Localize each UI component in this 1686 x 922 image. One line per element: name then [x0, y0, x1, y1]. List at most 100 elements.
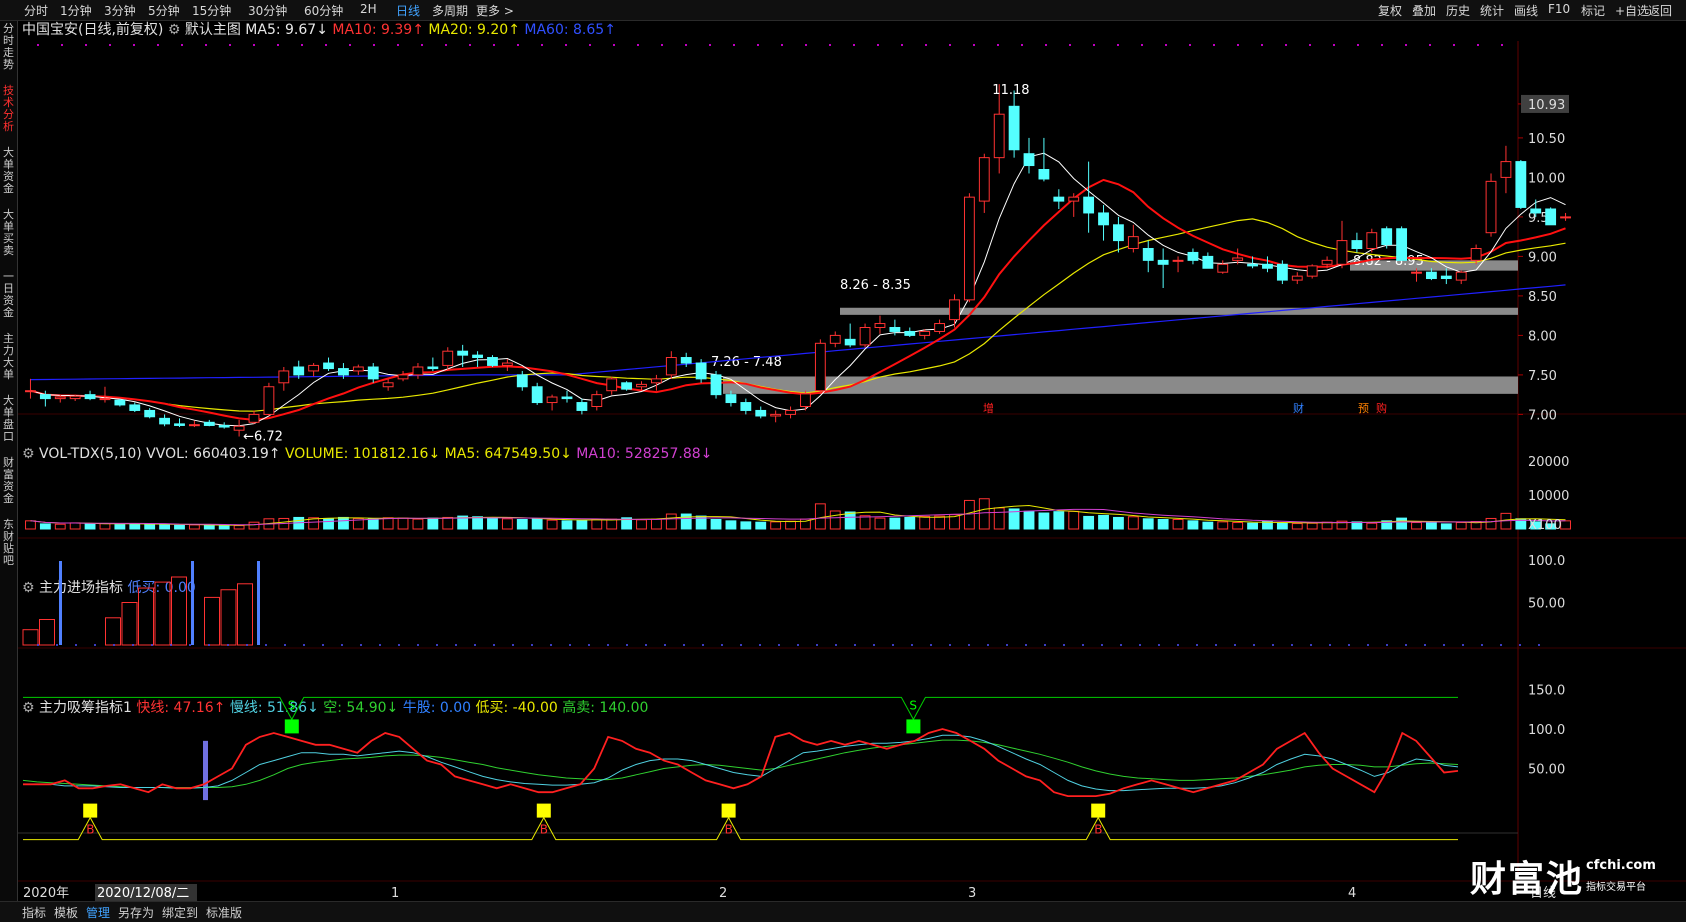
candle-body [710, 374, 722, 396]
marker-dot [445, 44, 447, 46]
ind1-signal-bar [257, 561, 260, 645]
period-tab-1[interactable]: 1分钟 [60, 2, 92, 19]
ind1-dot [246, 644, 248, 646]
ind1-dot [740, 644, 742, 646]
toolbar-button-7[interactable]: +自选 [1615, 2, 1649, 19]
support-zone [840, 307, 1518, 315]
low-buy-line [23, 816, 1458, 841]
ind1-dot [1367, 644, 1369, 646]
volume-bar [680, 513, 692, 530]
ind1-bar [237, 583, 253, 646]
side-tab-0[interactable]: 分时走势 [0, 23, 17, 71]
volume-bar [755, 521, 767, 530]
bottom-toolbar: 指标 模板 管理 另存为 绑定到 标准版 [0, 901, 1686, 922]
candle-body [382, 382, 394, 388]
x-month-label: 1 [391, 886, 399, 901]
period-tab-7[interactable]: 2H [360, 2, 377, 16]
support-zone [723, 376, 1518, 394]
toolbar-button-2[interactable]: 历史 [1446, 2, 1470, 19]
toolbar-button-5[interactable]: F10 [1548, 2, 1570, 16]
period-tab-5[interactable]: 30分钟 [248, 2, 287, 19]
ind1-dot [1234, 644, 1236, 646]
ind1-dot [455, 644, 457, 646]
vol-unit-label: X100 [1528, 518, 1562, 533]
ind1-dot [949, 644, 951, 646]
marker-dot [373, 44, 375, 46]
candle-body [1500, 161, 1512, 178]
marker-dot [997, 44, 999, 46]
bottom-tab-3[interactable]: 另存为 [118, 904, 154, 921]
buy-signal-letter: B [86, 823, 94, 837]
ind1-dot [360, 644, 362, 646]
period-tab-2[interactable]: 3分钟 [104, 2, 136, 19]
candle-body [1023, 153, 1035, 167]
bottom-tab-2[interactable]: 管理 [86, 904, 110, 921]
volume-bar [338, 516, 349, 530]
kline-chart[interactable]: 10.9310.5010.009.509.008.508.007.507.007… [18, 21, 1686, 901]
candle-body [1306, 265, 1318, 277]
candle-body [352, 366, 364, 372]
toolbar-button-0[interactable]: 复权 [1378, 2, 1402, 19]
ind1-dot [683, 644, 685, 646]
volume-bar [1157, 518, 1169, 530]
marker-dot [1213, 44, 1215, 46]
marker-dot [277, 44, 279, 46]
ind1-dot [474, 644, 476, 646]
ind1-dot [664, 644, 666, 646]
side-tab-1[interactable]: 技术分析 [0, 85, 17, 133]
period-tab-3[interactable]: 5分钟 [148, 2, 180, 19]
marker-dot [541, 44, 543, 46]
candle-body [1515, 161, 1527, 208]
volume-bar [472, 516, 483, 530]
price-tick-label: 10.00 [1528, 171, 1565, 186]
ind1-dot [1481, 644, 1483, 646]
toolbar-button-3[interactable]: 统计 [1480, 2, 1504, 19]
ind1-dot [968, 644, 970, 646]
period-tab-10[interactable]: 更多 > [476, 2, 514, 19]
cursor-date-label: 2020/12/08/二 [97, 886, 189, 901]
marker-dot [469, 44, 471, 46]
bottom-tab-0[interactable]: 指标 [22, 904, 46, 921]
volume-bar [1187, 520, 1199, 530]
candle-body [576, 402, 588, 411]
marker-dot [253, 44, 255, 46]
side-tab-6[interactable]: 大单盘口 [0, 395, 17, 443]
period-tab-0[interactable]: 分时 [24, 2, 48, 19]
toolbar-button-4[interactable]: 画线 [1514, 2, 1538, 19]
toolbar-button-8[interactable]: 返回 [1648, 2, 1672, 19]
ind1-bar [39, 619, 55, 646]
candle-body [1142, 248, 1154, 261]
volume-bar [1411, 522, 1422, 530]
marker-dot [85, 44, 87, 46]
side-tab-5[interactable]: 主力大单 [0, 333, 17, 381]
side-tab-2[interactable]: 大单资金 [0, 147, 17, 195]
volume-bar [844, 511, 856, 530]
watermark-slogan: 指标交易平台 [1586, 882, 1646, 893]
marker-dot [1117, 44, 1119, 46]
volume-bar [442, 516, 454, 530]
toolbar-button-1[interactable]: 叠加 [1412, 2, 1436, 19]
side-tab-4[interactable]: 一日资金 [0, 271, 17, 319]
bottom-tab-1[interactable]: 模板 [54, 904, 78, 921]
volume-bar [1202, 521, 1214, 530]
ind1-bar [121, 602, 138, 646]
ind1-bar [220, 589, 237, 646]
candle-body [1068, 196, 1080, 202]
toolbar-button-6[interactable]: 标记 [1581, 2, 1605, 19]
ind1-dot [1405, 644, 1407, 646]
period-tab-9[interactable]: 多周期 [432, 2, 468, 19]
marker-dot [1309, 44, 1311, 46]
ind1-dot [322, 644, 324, 646]
candle-body [25, 390, 36, 393]
side-tab-8[interactable]: 东财贴吧 [0, 519, 17, 567]
period-tab-4[interactable]: 15分钟 [192, 2, 231, 19]
ind1-dot [1348, 644, 1350, 646]
volume-bar [1023, 510, 1035, 530]
side-tab-3[interactable]: 大单买卖 [0, 209, 17, 257]
bottom-tab-5[interactable]: 标准版 [206, 904, 242, 921]
side-tabs: 分时走势技术分析大单资金大单买卖一日资金主力大单大单盘口财富资金东财贴吧 [0, 21, 18, 901]
period-tab-6[interactable]: 60分钟 [304, 2, 343, 19]
period-tab-8[interactable]: 日线 [396, 2, 420, 19]
side-tab-7[interactable]: 财富资金 [0, 457, 17, 505]
bottom-tab-4[interactable]: 绑定到 [162, 904, 198, 921]
